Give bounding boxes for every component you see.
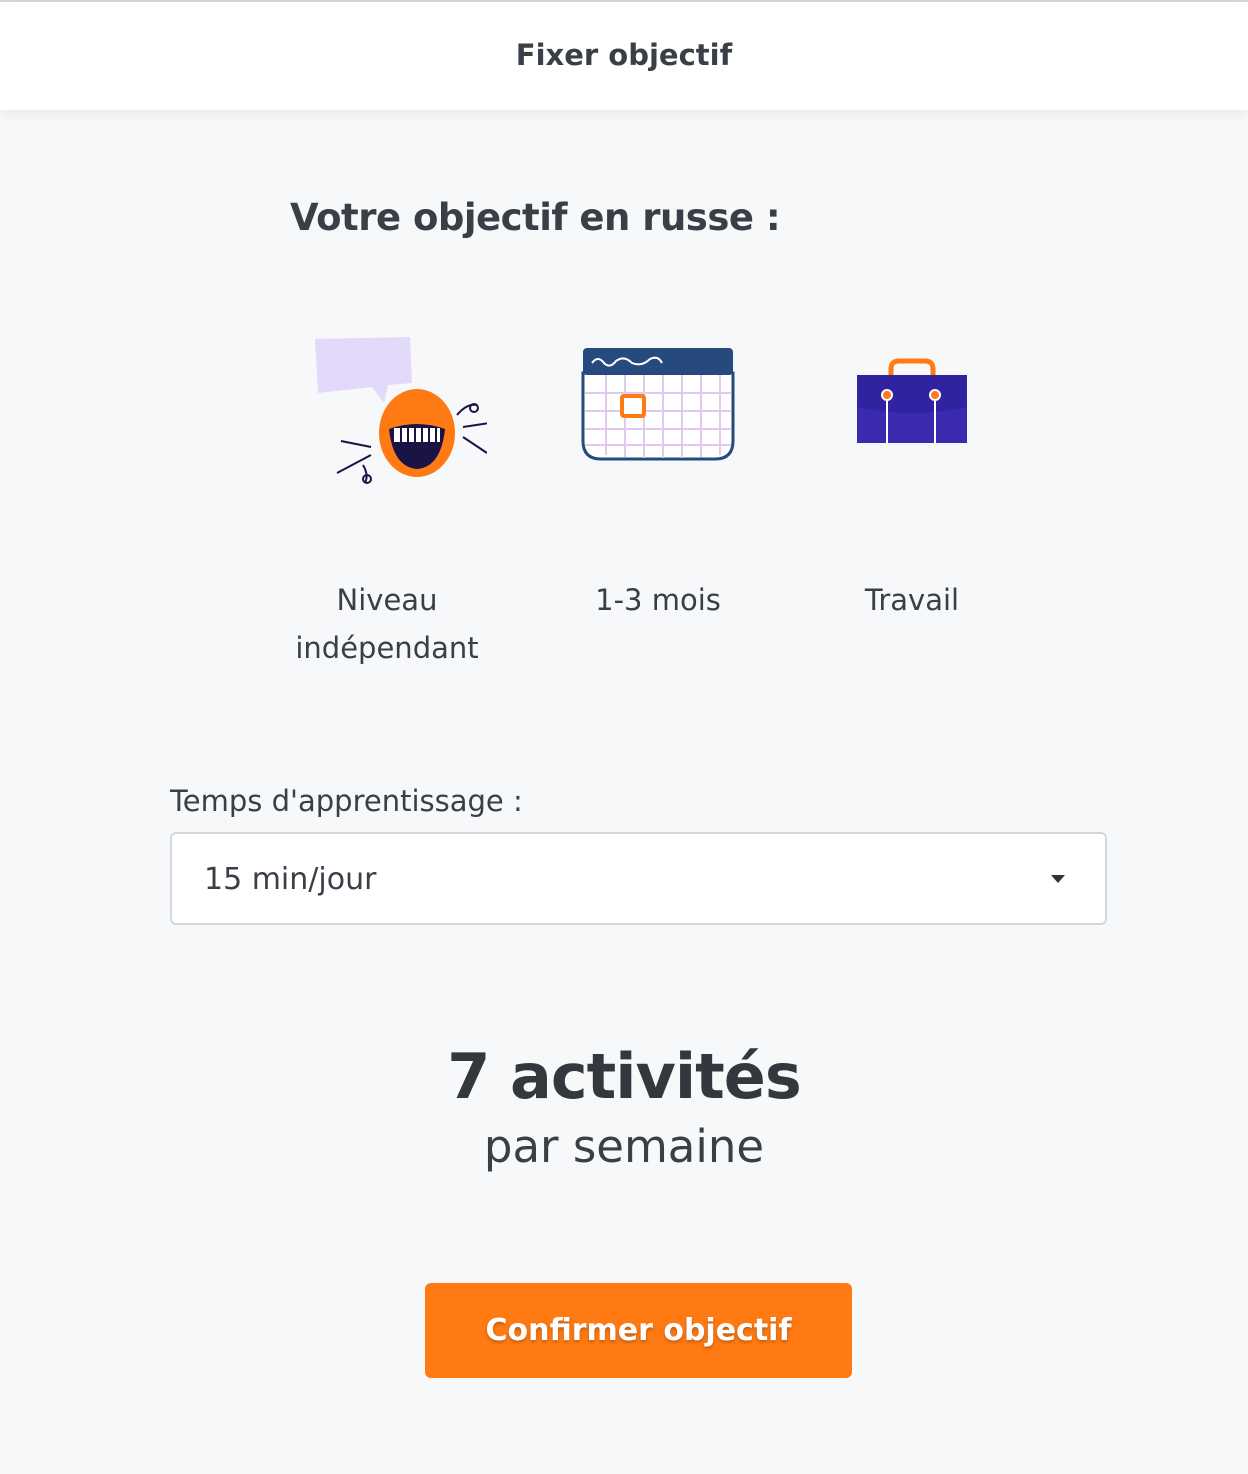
goal-section-title: Votre objectif en russe : bbox=[290, 196, 781, 239]
briefcase-icon bbox=[787, 320, 1037, 490]
goal-level-label: Niveau indépendant bbox=[262, 576, 512, 672]
study-time-label: Temps d'apprentissage : bbox=[170, 784, 523, 818]
activities-period: par semaine bbox=[483, 1120, 765, 1173]
page-title: Fixer objectif bbox=[515, 38, 733, 72]
chevron-down-icon bbox=[1051, 875, 1065, 883]
goal-level: Niveau indépendant bbox=[262, 320, 512, 672]
study-time-value: 15 min/jour bbox=[204, 862, 377, 897]
header-bar: Fixer objectif bbox=[0, 2, 1248, 110]
speaking-mouth-icon bbox=[262, 320, 512, 490]
goal-level-label-line1: Niveau bbox=[336, 583, 438, 617]
confirm-goal-button[interactable]: Confirmer objectif bbox=[425, 1283, 852, 1378]
activities-count: 7 activités bbox=[447, 1040, 801, 1113]
goal-motivation-label: Travail bbox=[787, 576, 1037, 624]
goal-motivation: Travail bbox=[787, 320, 1037, 624]
goal-duration-label: 1-3 mois bbox=[533, 576, 783, 624]
goal-duration: 1-3 mois bbox=[533, 320, 783, 624]
goal-level-label-line2: indépendant bbox=[295, 631, 479, 665]
calendar-icon bbox=[533, 320, 783, 490]
goal-duration-label-line1: 1-3 mois bbox=[595, 583, 721, 617]
goal-motivation-label-line1: Travail bbox=[864, 583, 960, 617]
study-time-select[interactable]: 15 min/jour bbox=[170, 832, 1107, 925]
